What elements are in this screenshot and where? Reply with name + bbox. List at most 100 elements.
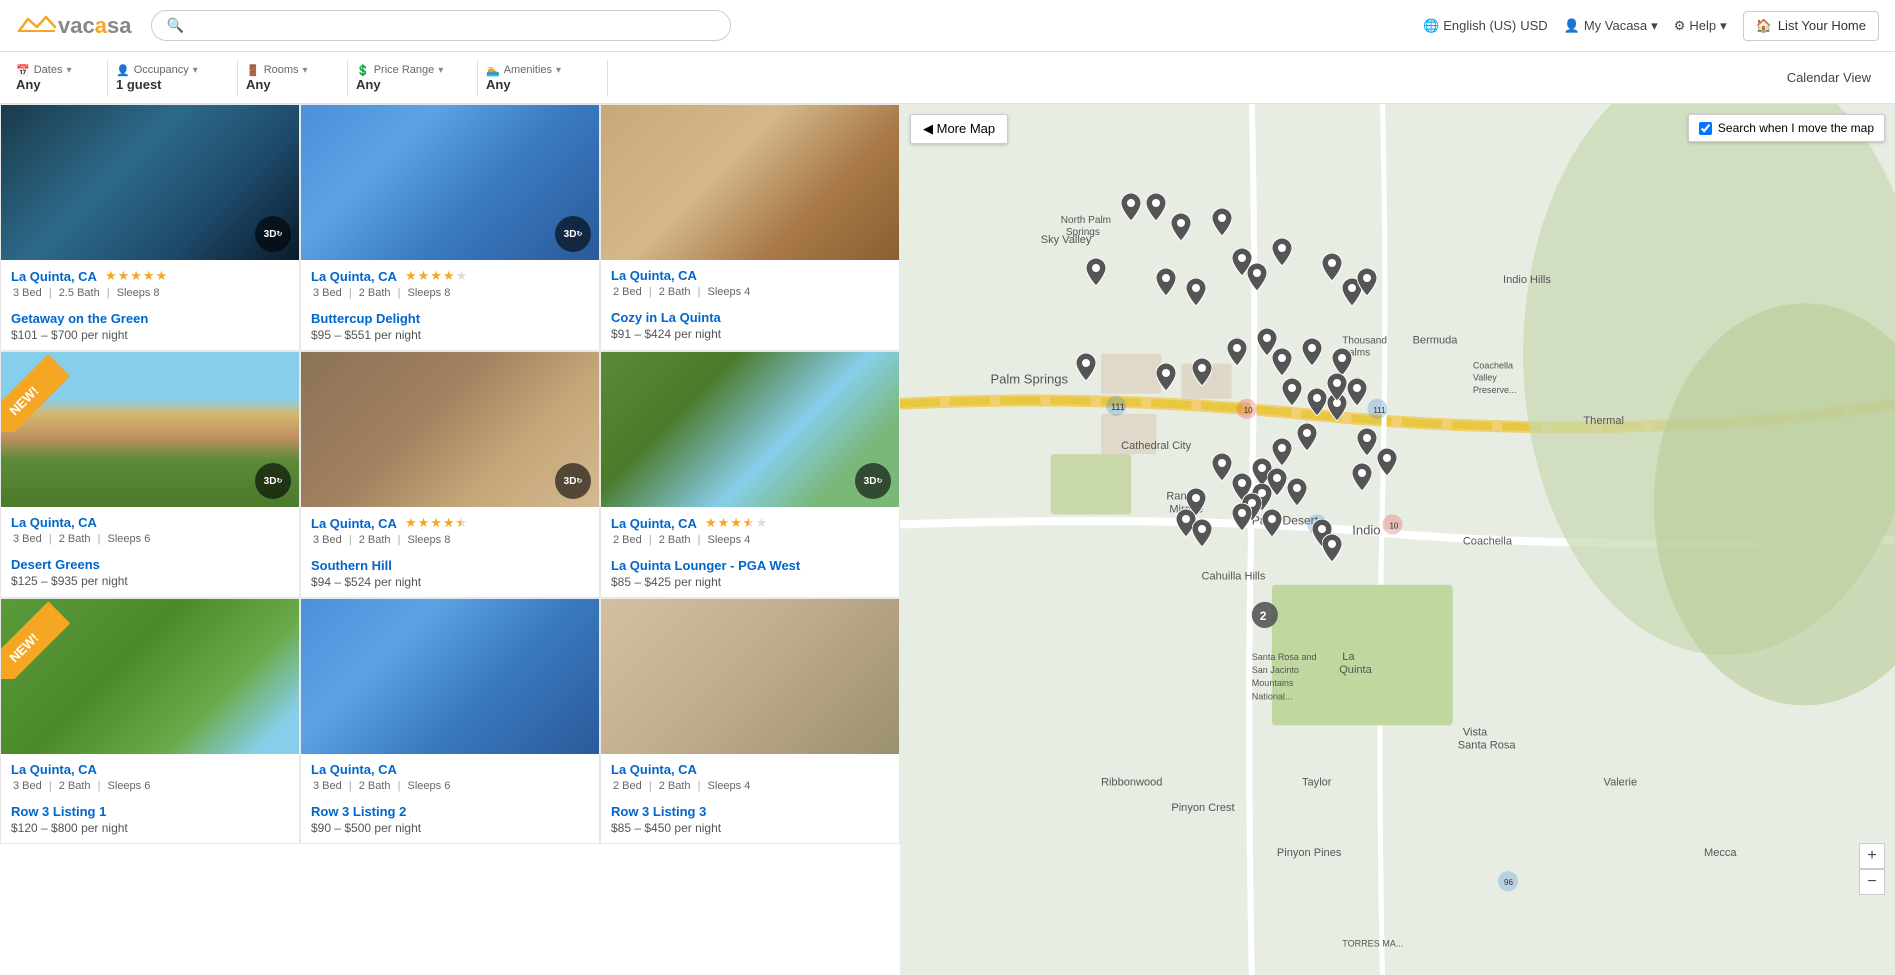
card-name[interactable]: Getaway on the Green [11, 311, 289, 326]
map-pin[interactable] [1322, 253, 1342, 284]
new-badge-text: NEW! [1, 354, 70, 432]
map-pin[interactable] [1272, 348, 1292, 379]
dates-filter[interactable]: 📅 Dates ▾ Any [8, 60, 108, 96]
star-full: ★ [118, 268, 130, 284]
card-image [601, 105, 899, 260]
map-pin[interactable] [1076, 353, 1096, 384]
card-stars: ★★★★★ [105, 268, 167, 284]
star-full: ★ [718, 515, 730, 531]
listing-card[interactable]: La Quinta, CA 2 Bed | 2 Bath | Sleeps 4 … [600, 104, 900, 351]
map-pin[interactable] [1282, 378, 1302, 409]
map-pin[interactable] [1156, 268, 1176, 299]
map-pin[interactable] [1347, 378, 1367, 409]
card-location-link[interactable]: La Quinta, CA [611, 268, 697, 283]
language-button[interactable]: 🌐 English (US) USD [1423, 18, 1548, 34]
card-location-link[interactable]: La Quinta, CA [611, 516, 697, 531]
search-bar[interactable]: 🔍 La Quinta, CA [151, 10, 731, 41]
search-input[interactable]: La Quinta, CA [192, 18, 717, 34]
zoom-in-button[interactable]: + [1859, 843, 1885, 869]
card-location-link[interactable]: La Quinta, CA [311, 269, 397, 284]
card-name[interactable]: Row 3 Listing 2 [311, 804, 589, 819]
more-map-button[interactable]: ◀ More Map [910, 114, 1008, 144]
card-details: 3 Bed | 2 Bath | Sleeps 8 [311, 534, 589, 546]
card-name[interactable]: La Quinta Lounger - PGA West [611, 558, 889, 573]
map-pin[interactable] [1192, 358, 1212, 389]
card-location-link[interactable]: La Quinta, CA [11, 515, 97, 530]
card-name[interactable]: Cozy in La Quinta [611, 310, 889, 325]
price-filter[interactable]: 💲 Price Range ▾ Any [348, 60, 478, 96]
divider: | [649, 534, 652, 546]
map-pin[interactable] [1307, 388, 1327, 419]
card-name[interactable]: Southern Hill [311, 558, 589, 573]
map-pin[interactable] [1156, 363, 1176, 394]
calendar-view-button[interactable]: Calendar View [1771, 70, 1887, 85]
map-pin[interactable] [1086, 258, 1106, 289]
rooms-filter[interactable]: 🚪 Rooms ▾ Any [238, 60, 348, 96]
logo[interactable]: vacasa [16, 11, 131, 41]
search-when-move-checkbox[interactable]: Search when I move the map [1688, 114, 1885, 142]
map-pin[interactable] [1121, 193, 1141, 224]
map-pin[interactable] [1171, 213, 1191, 244]
map-pin[interactable] [1297, 423, 1317, 454]
card-name[interactable]: Desert Greens [11, 557, 289, 572]
logo-icon [16, 11, 58, 41]
card-beds: 3 Bed [13, 533, 42, 545]
map-pin[interactable] [1357, 268, 1377, 299]
map-pin[interactable] [1146, 193, 1166, 224]
map-pin[interactable] [1352, 463, 1372, 494]
map-pin[interactable] [1232, 503, 1252, 534]
listing-card[interactable]: NEW! La Quinta, CA 3 Bed | 2 Bath | Slee… [0, 598, 300, 844]
badge-3d: 3D ↻ [555, 463, 591, 499]
map-panel[interactable]: Palm Springs Cathedral City Rancho Mirag… [900, 104, 1895, 975]
card-name[interactable]: Buttercup Delight [311, 311, 589, 326]
zoom-out-button[interactable]: − [1859, 869, 1885, 895]
listing-card[interactable]: La Quinta, CA 2 Bed | 2 Bath | Sleeps 4 … [600, 598, 900, 844]
listing-card[interactable]: 3D ↻ La Quinta, CA ★★★★★ 3 Bed | 2 Bath … [300, 104, 600, 351]
amenities-filter[interactable]: 🏊 Amenities ▾ Any [478, 60, 608, 96]
occupancy-filter[interactable]: 👤 Occupancy ▾ 1 guest [108, 60, 238, 96]
map-pin[interactable] [1227, 338, 1247, 369]
occupancy-filter-label: 👤 Occupancy ▾ [116, 64, 225, 77]
card-location-link[interactable]: La Quinta, CA [311, 516, 397, 531]
more-map-label: ◀ More Map [923, 121, 995, 137]
listing-card[interactable]: 3D ↻ La Quinta, CA ★★★★★ 3 Bed | 2.5 Bat… [0, 104, 300, 351]
card-location-link[interactable]: La Quinta, CA [611, 762, 697, 777]
card-location-link[interactable]: La Quinta, CA [11, 762, 97, 777]
map-pin[interactable] [1186, 278, 1206, 309]
list-home-label: List Your Home [1778, 18, 1866, 33]
divider: | [49, 780, 52, 792]
card-sleeps: Sleeps 6 [408, 780, 451, 792]
map-pin[interactable] [1327, 373, 1347, 404]
map-pin[interactable] [1212, 208, 1232, 239]
card-location-link[interactable]: La Quinta, CA [11, 269, 97, 284]
card-name[interactable]: Row 3 Listing 3 [611, 804, 889, 819]
map-pin[interactable] [1267, 468, 1287, 499]
map-pin[interactable] [1212, 453, 1232, 484]
card-location-link[interactable]: La Quinta, CA [311, 762, 397, 777]
map-pin[interactable] [1322, 534, 1342, 565]
card-name[interactable]: Row 3 Listing 1 [11, 804, 289, 819]
my-vacasa-button[interactable]: 👤 My Vacasa ▾ [1564, 18, 1658, 34]
card-photo [301, 599, 599, 754]
new-badge: NEW! [1, 599, 81, 679]
map-pin[interactable] [1357, 428, 1377, 459]
map-pin[interactable] [1247, 263, 1267, 294]
star-full: ★ [430, 515, 442, 531]
map-pin[interactable] [1302, 338, 1322, 369]
map-pin[interactable] [1192, 519, 1212, 550]
card-sleeps: Sleeps 8 [408, 534, 451, 546]
map-pin[interactable] [1272, 438, 1292, 469]
listing-card[interactable]: 3D ↻ La Quinta, CA ★★★ ★ ★ ★ 2 Bed | 2 B… [600, 351, 900, 598]
star-full: ★ [405, 268, 417, 284]
listing-card[interactable]: NEW! 3D ↻ La Quinta, CA 3 Bed | 2 Bath |… [0, 351, 300, 598]
listing-card[interactable]: 3D ↻ La Quinta, CA ★★★★ ★ ★ 3 Bed | 2 Ba… [300, 351, 600, 598]
list-home-button[interactable]: 🏠 List Your Home [1743, 11, 1879, 41]
map-pin[interactable] [1272, 238, 1292, 269]
search-move-input[interactable] [1699, 122, 1712, 135]
map-pin[interactable] [1262, 509, 1282, 540]
map-pin[interactable] [1377, 448, 1397, 479]
listing-card[interactable]: La Quinta, CA 3 Bed | 2 Bath | Sleeps 6 … [300, 598, 600, 844]
map-pin[interactable] [1287, 478, 1307, 509]
star-half: ★ ★ [456, 515, 468, 531]
help-button[interactable]: ⚙ Help ▾ [1674, 18, 1727, 34]
